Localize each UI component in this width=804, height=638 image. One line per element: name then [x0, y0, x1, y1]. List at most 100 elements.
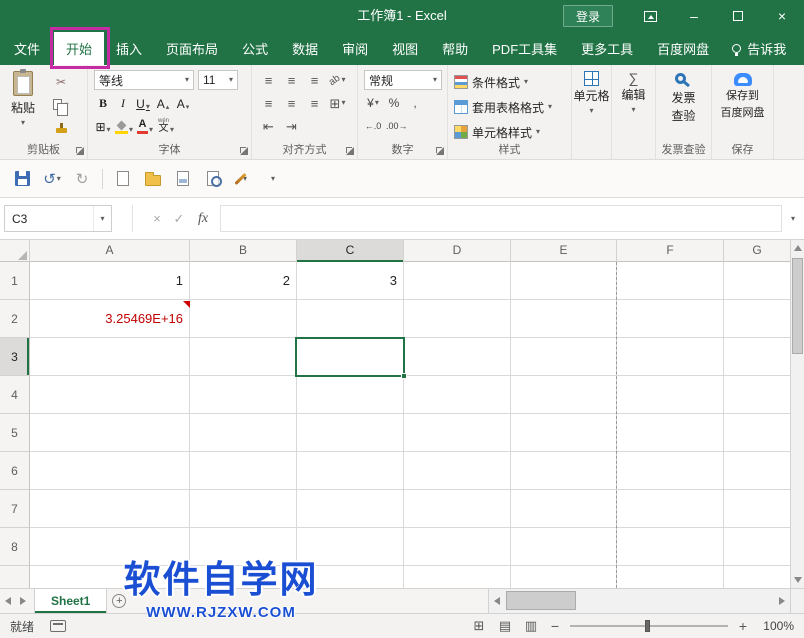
column-header-f[interactable]: F [617, 240, 724, 262]
qat-spelling-button[interactable]: ▾ [229, 165, 257, 193]
name-box-dropdown[interactable]: ▾ [93, 206, 111, 231]
font-name-combobox[interactable]: 等线 ▾ [94, 70, 194, 90]
row-header-1[interactable]: 1 [0, 262, 30, 300]
tab-home[interactable]: 开始 [54, 32, 104, 65]
minimize-button[interactable]: – [672, 0, 716, 32]
increase-decimal-button[interactable]: ←.0 [364, 116, 382, 136]
horizontal-scrollbar-thumb[interactable] [506, 591, 576, 610]
decrease-indent-button[interactable]: ⇤ [258, 116, 279, 136]
row-header-7[interactable]: 7 [0, 490, 30, 528]
font-size-combobox[interactable]: 11 ▾ [198, 70, 238, 90]
font-color-button[interactable]: A ▾ [136, 116, 154, 136]
align-top-button[interactable]: ≡ [258, 70, 279, 90]
zoom-in-button[interactable]: + [736, 617, 750, 635]
tab-data[interactable]: 数据 [280, 32, 330, 65]
column-header-e[interactable]: E [511, 240, 617, 262]
vertical-scrollbar-thumb[interactable] [792, 258, 803, 354]
qat-open-button[interactable] [139, 165, 167, 193]
italic-button[interactable]: I [114, 93, 132, 113]
increase-indent-button[interactable]: ⇥ [281, 116, 302, 136]
tab-more-tools[interactable]: 更多工具 [569, 32, 645, 65]
cut-button[interactable]: ✂ [46, 72, 76, 91]
page-break-view-button[interactable]: ▥ [522, 617, 540, 635]
align-bottom-button[interactable]: ≡ [304, 70, 325, 90]
column-header-a[interactable]: A [30, 240, 190, 262]
insert-function-button[interactable]: fx [190, 205, 216, 232]
cell-styles-button[interactable]: 单元格样式 ▾ [454, 121, 540, 143]
column-header-b[interactable]: B [190, 240, 297, 262]
normal-view-button[interactable]: ⊞ [470, 617, 488, 635]
merge-center-button[interactable]: ⊞▾ [327, 93, 348, 113]
tab-review[interactable]: 审阅 [330, 32, 380, 65]
ribbon-display-options-button[interactable] [628, 0, 672, 32]
row-header-4[interactable]: 4 [0, 376, 30, 414]
tab-page-layout[interactable]: 页面布局 [154, 32, 230, 65]
zoom-slider-thumb[interactable] [645, 620, 650, 632]
qat-print-button[interactable] [169, 165, 197, 193]
close-button[interactable]: × [760, 0, 804, 32]
fill-color-button[interactable]: ▾ [115, 116, 133, 136]
qat-save-button[interactable] [8, 165, 36, 193]
align-left-button[interactable]: ≡ [258, 93, 279, 113]
zoom-out-button[interactable]: − [548, 617, 562, 635]
cell-b1[interactable]: 2 [190, 262, 294, 300]
clipboard-dialog-launcher[interactable] [76, 147, 84, 155]
paste-button[interactable]: 粘贴 ▾ [5, 71, 41, 127]
zoom-slider[interactable] [570, 625, 728, 627]
sheet-tab-sheet1[interactable]: Sheet1 [34, 589, 107, 613]
bold-button[interactable]: B [94, 93, 112, 113]
cell-a1[interactable]: 1 [30, 262, 187, 300]
comma-style-button[interactable]: , [406, 93, 424, 113]
row-header-8[interactable]: 8 [0, 528, 30, 566]
tell-me-button[interactable]: 告诉我 [721, 32, 797, 65]
scroll-down-button[interactable] [791, 572, 804, 588]
select-all-corner[interactable] [0, 240, 30, 262]
cell-c1[interactable]: 3 [297, 262, 401, 300]
column-header-c[interactable]: C [297, 240, 404, 262]
name-box[interactable]: C3 ▾ [4, 205, 112, 232]
tab-file[interactable]: 文件 [0, 32, 54, 65]
editing-button[interactable]: ∑ 编辑 ▾ [612, 71, 655, 114]
percent-style-button[interactable]: % [385, 93, 403, 113]
tab-baidu-netdisk[interactable]: 百度网盘 [645, 32, 721, 65]
qat-redo-button[interactable]: ↻ [68, 165, 96, 193]
formula-bar-expand-button[interactable]: ▾ [785, 205, 801, 232]
increase-font-size-button[interactable]: A▴ [154, 93, 172, 113]
scroll-up-button[interactable] [791, 240, 804, 256]
status-indicator-icon[interactable] [50, 620, 66, 632]
qat-customize-button[interactable]: ▾ [259, 165, 287, 193]
zoom-percentage[interactable]: 100% [758, 619, 794, 633]
row-header-3[interactable]: 3 [0, 338, 30, 376]
conditional-formatting-button[interactable]: 条件格式 ▾ [454, 71, 528, 93]
cells-button[interactable]: 单元格 ▾ [572, 71, 611, 115]
page-layout-view-button[interactable]: ▤ [496, 617, 514, 635]
borders-button[interactable]: ⊞▾ [94, 116, 112, 136]
row-header-5[interactable]: 5 [0, 414, 30, 452]
align-center-button[interactable]: ≡ [281, 93, 302, 113]
invoice-check-button[interactable]: 发票 查验 [656, 71, 711, 124]
decrease-font-size-button[interactable]: A▾ [174, 93, 192, 113]
row-header-partial[interactable] [0, 566, 30, 588]
tab-view[interactable]: 视图 [380, 32, 430, 65]
save-to-baidu-button[interactable]: 保存到 百度网盘 [712, 71, 773, 120]
align-middle-button[interactable]: ≡ [281, 70, 302, 90]
accounting-format-button[interactable]: ¥▾ [364, 93, 382, 113]
qat-undo-button[interactable]: ↺▾ [38, 165, 66, 193]
number-format-combobox[interactable]: 常规 ▾ [364, 70, 442, 90]
horizontal-scrollbar[interactable] [488, 589, 790, 613]
scroll-left-button[interactable] [489, 589, 505, 613]
formula-input[interactable] [220, 205, 782, 232]
font-dialog-launcher[interactable] [240, 147, 248, 155]
copy-button[interactable]: ▾ [46, 95, 76, 114]
enter-button[interactable]: ✓ [168, 205, 190, 232]
tab-pdf-tools[interactable]: PDF工具集 [480, 32, 569, 65]
qat-new-button[interactable] [109, 165, 137, 193]
cancel-button[interactable]: × [146, 205, 168, 232]
maximize-button[interactable] [716, 0, 760, 32]
selected-cell-c3[interactable] [295, 337, 405, 377]
orientation-button[interactable]: ab▾ [327, 70, 348, 90]
tab-insert[interactable]: 插入 [104, 32, 154, 65]
number-dialog-launcher[interactable] [436, 147, 444, 155]
sheet-nav-next-button[interactable] [15, 589, 30, 613]
sheet-nav-prev-button[interactable] [0, 589, 15, 613]
